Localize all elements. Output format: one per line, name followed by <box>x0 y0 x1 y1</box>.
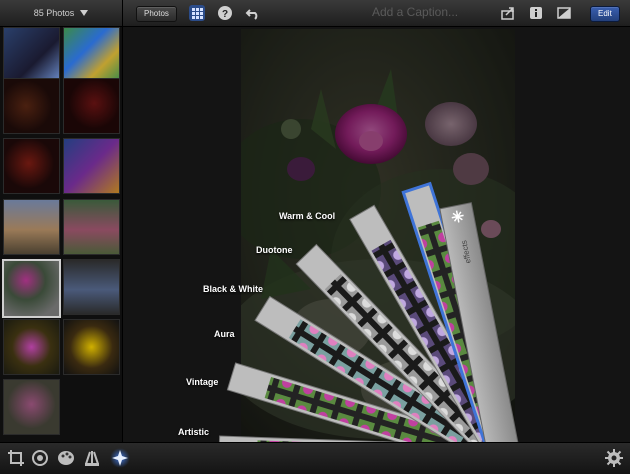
effect-label-vintage: Vintage <box>186 377 219 387</box>
photo-thumbnail[interactable] <box>63 259 120 315</box>
chevron-down-icon <box>80 10 89 16</box>
bottom-toolbar <box>0 442 630 474</box>
settings-icon[interactable] <box>604 448 624 468</box>
undo-icon[interactable] <box>245 5 261 21</box>
color-icon[interactable] <box>56 448 76 468</box>
effect-label-black-white: Black & White <box>203 284 264 294</box>
photo-thumbnail[interactable] <box>3 319 60 375</box>
photo-thumbnail[interactable] <box>63 319 120 375</box>
brushes-icon[interactable] <box>82 448 102 468</box>
photo-thumbnail-selected[interactable] <box>2 259 61 318</box>
photo-thumbnail[interactable] <box>3 27 60 83</box>
album-selector[interactable]: 85 Photos <box>0 0 123 26</box>
photo-thumbnail[interactable] <box>3 199 60 255</box>
effect-label-warm-cool: Warm & Cool <box>279 211 336 221</box>
photo-thumbnail[interactable] <box>3 379 60 435</box>
top-toolbar: 85 Photos Photos ? Add a Caption... Edit <box>0 0 630 27</box>
effect-label-duotone: Duotone <box>256 245 293 255</box>
help-icon[interactable]: ? <box>217 5 233 21</box>
share-icon[interactable] <box>500 5 516 21</box>
effect-label-aura: Aura <box>214 329 235 339</box>
caption-field[interactable]: Add a Caption... <box>320 5 510 19</box>
photo-thumbnail[interactable] <box>63 27 120 83</box>
svg-text:?: ? <box>222 9 228 20</box>
grid-view-icon[interactable] <box>189 5 205 21</box>
photo-thumbnail[interactable] <box>3 138 60 194</box>
photo-thumbnail[interactable] <box>63 78 120 134</box>
photo-filmstrip[interactable] <box>0 27 123 442</box>
photo-thumbnail[interactable] <box>63 199 120 255</box>
effects-icon[interactable] <box>110 448 130 468</box>
compare-icon[interactable] <box>556 5 572 21</box>
effect-label-artistic: Artistic <box>178 427 210 437</box>
photo-thumbnail[interactable] <box>3 78 60 134</box>
edit-button[interactable]: Edit <box>590 6 620 22</box>
exposure-icon[interactable] <box>30 448 50 468</box>
photo-thumbnail[interactable] <box>63 138 120 194</box>
crop-icon[interactable] <box>6 448 26 468</box>
info-icon[interactable] <box>528 5 544 21</box>
photos-button[interactable]: Photos <box>136 6 177 22</box>
album-label: 85 Photos <box>33 8 75 18</box>
